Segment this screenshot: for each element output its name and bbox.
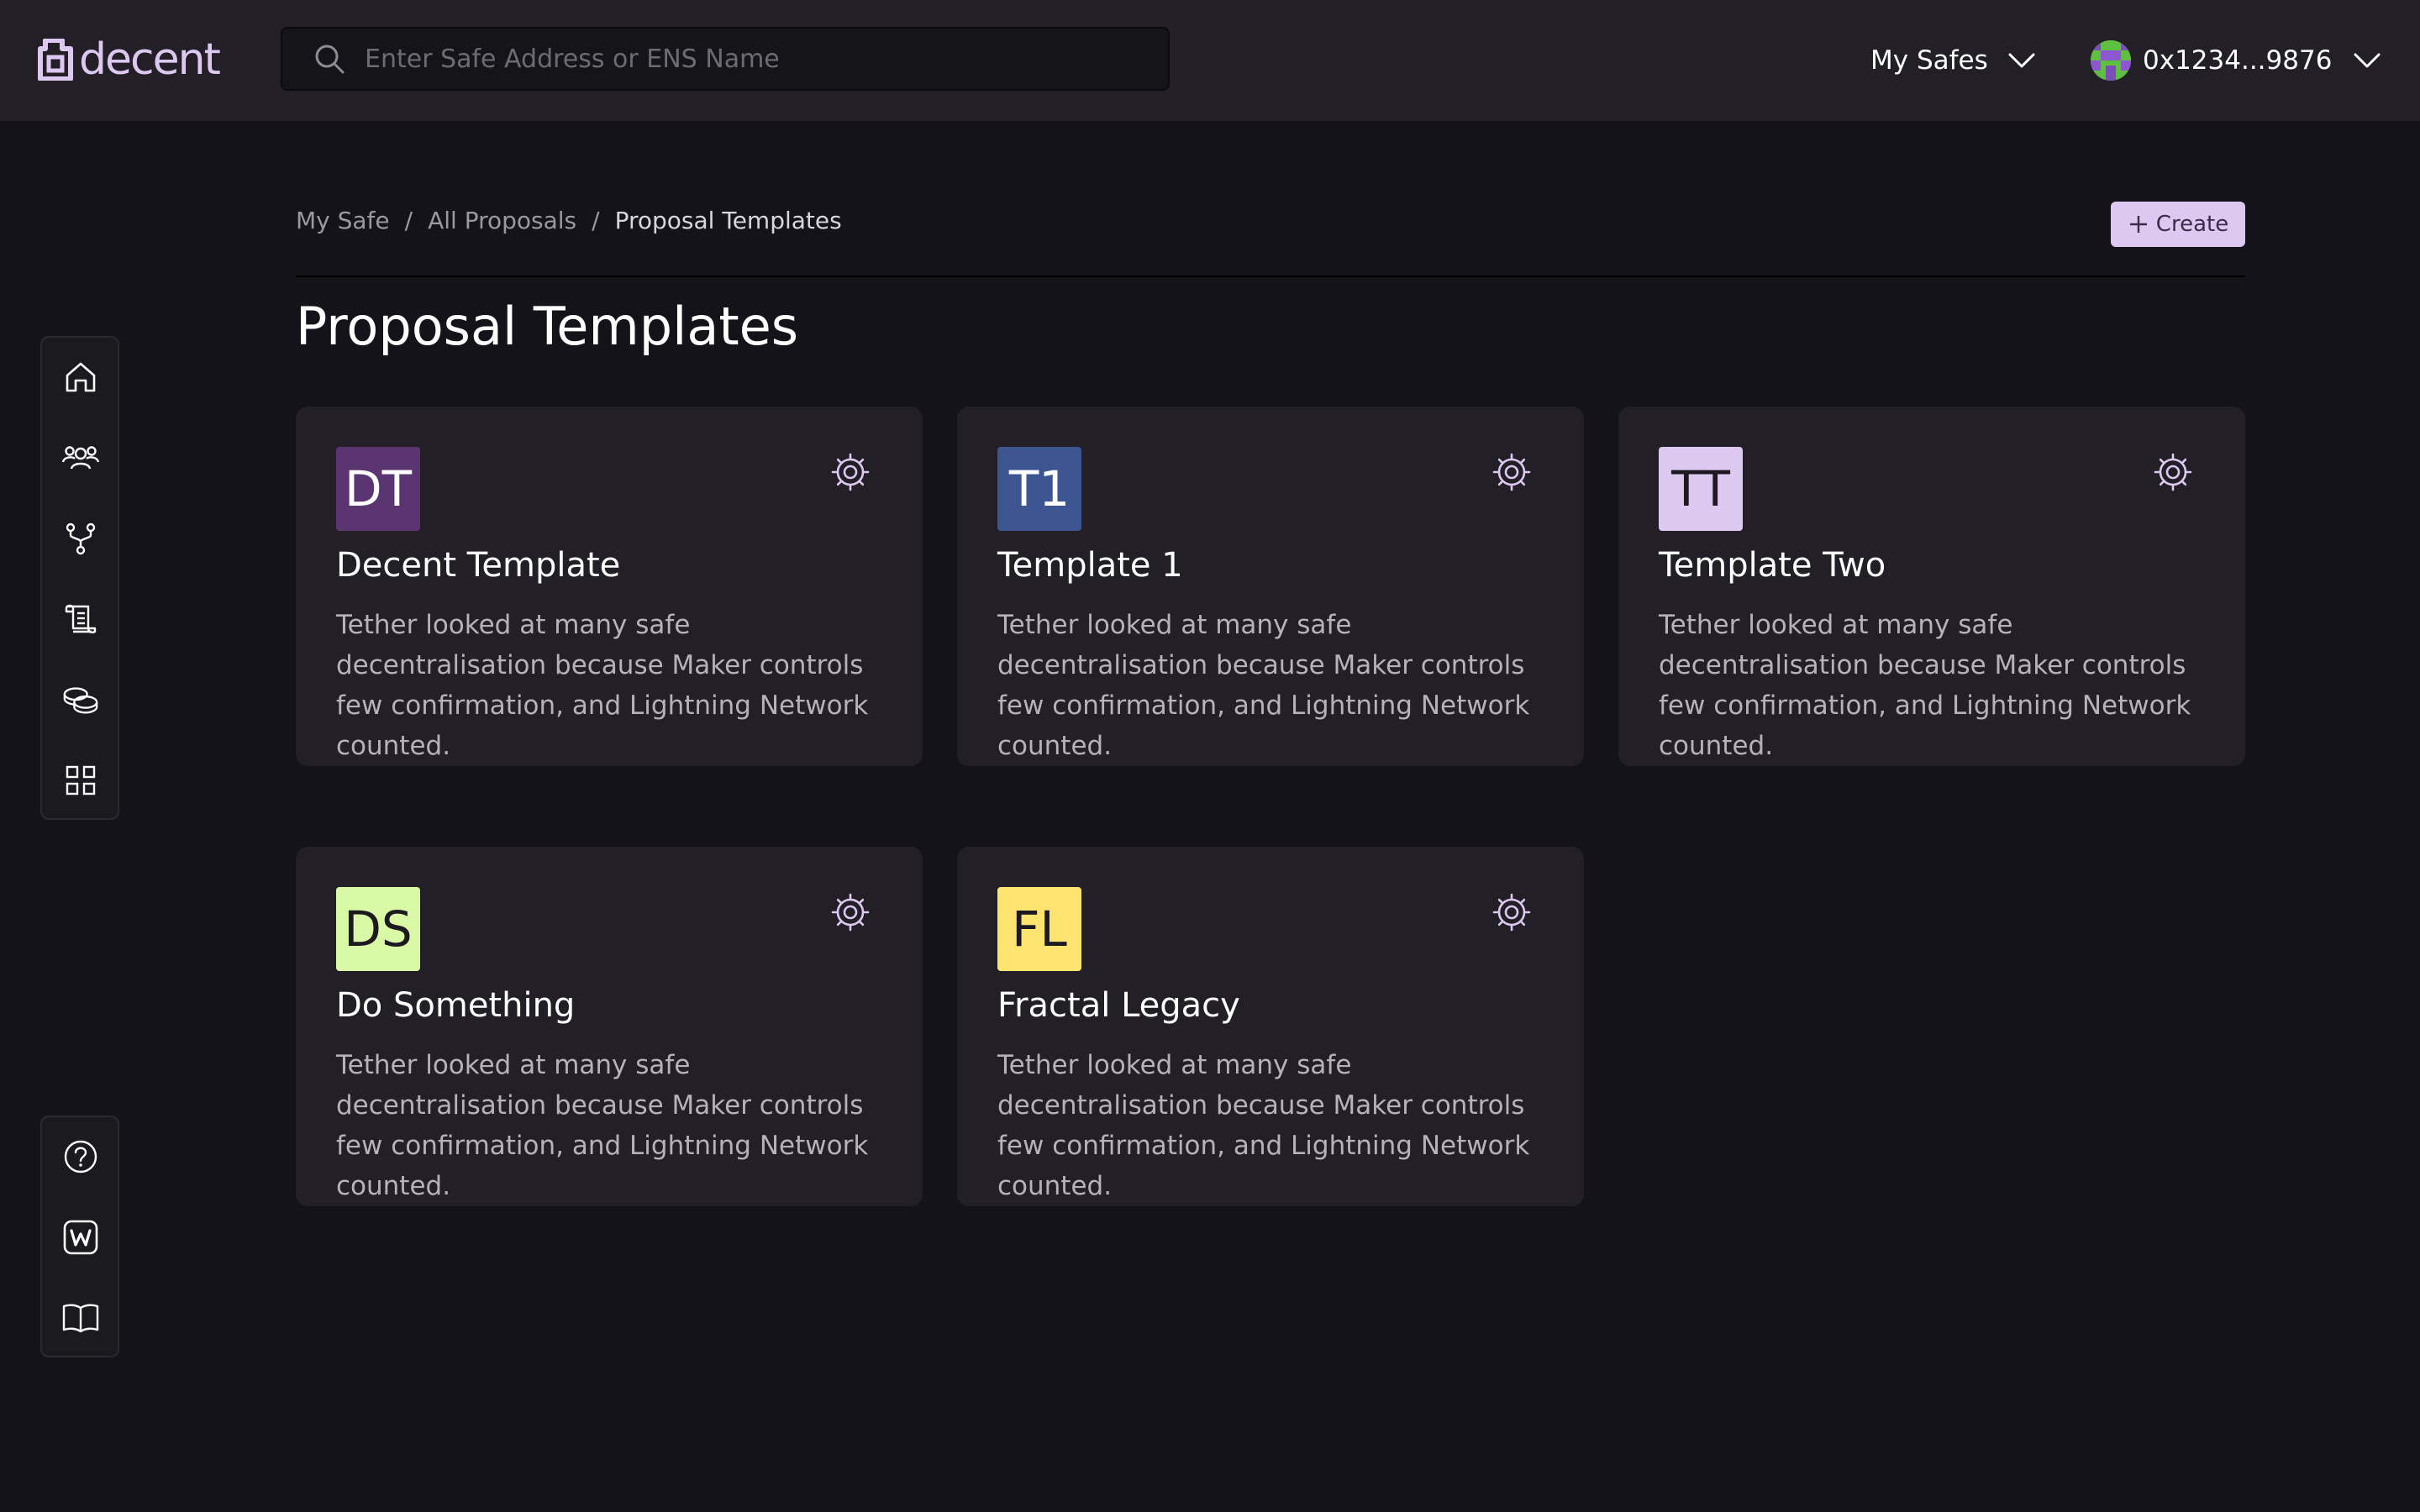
my-safes-dropdown[interactable]: My Safes bbox=[1870, 37, 2037, 84]
template-card[interactable]: TT Template Two Tether looked at many sa… bbox=[1618, 407, 2245, 766]
gear-icon[interactable] bbox=[830, 892, 871, 932]
breadcrumb-all-proposals[interactable]: All Proposals bbox=[428, 207, 576, 234]
template-card[interactable]: DT Decent Template Tether looked at many… bbox=[296, 407, 923, 766]
search-input[interactable] bbox=[363, 43, 1168, 75]
search-icon bbox=[311, 40, 348, 77]
template-title: Template Two bbox=[1659, 546, 1886, 585]
chevron-down-icon bbox=[2354, 53, 2381, 68]
create-button-label: Create bbox=[2155, 212, 2229, 237]
top-bar: decent My Safes 0x1234...9876 bbox=[0, 0, 2420, 121]
sidebar-item-help[interactable] bbox=[61, 1137, 100, 1176]
my-safes-label: My Safes bbox=[1870, 45, 1988, 76]
gear-icon[interactable] bbox=[1491, 892, 1532, 932]
breadcrumb-separator: / bbox=[592, 207, 600, 234]
home-icon bbox=[66, 362, 96, 392]
sidebar-item-docs[interactable] bbox=[61, 1299, 100, 1337]
scroll-icon bbox=[65, 604, 97, 633]
users-icon bbox=[61, 446, 100, 470]
sidebar-item-treasury[interactable] bbox=[61, 680, 100, 719]
template-badge: FL bbox=[997, 887, 1081, 971]
template-initials: T1 bbox=[1008, 460, 1071, 517]
sidebar-item-nodes[interactable] bbox=[61, 519, 100, 558]
template-initials: DT bbox=[344, 460, 413, 517]
template-title: Fractal Legacy bbox=[997, 986, 1240, 1025]
breadcrumb-separator: / bbox=[404, 207, 413, 234]
sidebar-item-proposals[interactable] bbox=[61, 600, 100, 638]
template-description: Tether looked at many safe decentralisat… bbox=[997, 610, 1530, 761]
template-description: Tether looked at many safe decentralisat… bbox=[336, 1050, 869, 1201]
plus-icon bbox=[2129, 216, 2147, 233]
book-icon bbox=[62, 1304, 99, 1333]
template-initials: DS bbox=[344, 900, 413, 958]
template-description: Tether looked at many safe decentralisat… bbox=[1659, 610, 2191, 761]
sidebar-item-wiki[interactable] bbox=[61, 1218, 100, 1257]
sidebar-bottom-nav bbox=[40, 1116, 119, 1357]
template-badge: DS bbox=[336, 887, 420, 971]
template-card[interactable]: T1 Template 1 Tether looked at many safe… bbox=[957, 407, 1584, 766]
gear-icon[interactable] bbox=[830, 452, 871, 492]
template-initials: FL bbox=[1012, 900, 1067, 958]
grid-icon bbox=[66, 765, 96, 795]
wiki-icon bbox=[63, 1220, 98, 1255]
template-title: Decent Template bbox=[336, 546, 621, 585]
template-title: Do Something bbox=[336, 986, 576, 1025]
create-button[interactable]: Create bbox=[2111, 202, 2245, 247]
sidebar-item-home[interactable] bbox=[61, 358, 100, 396]
sidebar-item-members[interactable] bbox=[61, 438, 100, 477]
template-badge: T1 bbox=[997, 447, 1081, 531]
template-title: Template 1 bbox=[997, 546, 1183, 585]
sidebar-item-apps[interactable] bbox=[61, 761, 100, 800]
gear-icon[interactable] bbox=[1491, 452, 1532, 492]
fork-icon bbox=[66, 522, 96, 555]
template-badge: DT bbox=[336, 447, 420, 531]
sidebar-nav bbox=[40, 336, 119, 820]
template-description: Tether looked at many safe decentralisat… bbox=[997, 1050, 1530, 1201]
search-bar[interactable] bbox=[281, 27, 1170, 91]
decent-logo-icon bbox=[38, 39, 73, 81]
account-dropdown[interactable]: 0x1234...9876 bbox=[2091, 37, 2382, 84]
logo-text: decent bbox=[79, 34, 221, 85]
template-description: Tether looked at many safe decentralisat… bbox=[336, 610, 869, 761]
page-title: Proposal Templates bbox=[296, 296, 799, 357]
account-address: 0x1234...9876 bbox=[2143, 45, 2333, 76]
template-initials: TT bbox=[1671, 460, 1730, 517]
divider bbox=[296, 276, 2245, 277]
coins-icon bbox=[63, 687, 98, 714]
breadcrumb-my-safe[interactable]: My Safe bbox=[296, 207, 390, 234]
template-badge: TT bbox=[1659, 447, 1743, 531]
avatar bbox=[2091, 40, 2131, 81]
gear-icon[interactable] bbox=[2153, 452, 2193, 492]
template-card[interactable]: FL Fractal Legacy Tether looked at many … bbox=[957, 847, 1584, 1206]
chevron-down-icon bbox=[2008, 53, 2035, 68]
template-card[interactable]: DS Do Something Tether looked at many sa… bbox=[296, 847, 923, 1206]
logo[interactable]: decent bbox=[37, 34, 221, 86]
breadcrumb: My Safe / All Proposals / Proposal Templ… bbox=[296, 207, 842, 234]
help-icon bbox=[64, 1140, 97, 1173]
breadcrumb-current: Proposal Templates bbox=[614, 207, 842, 234]
